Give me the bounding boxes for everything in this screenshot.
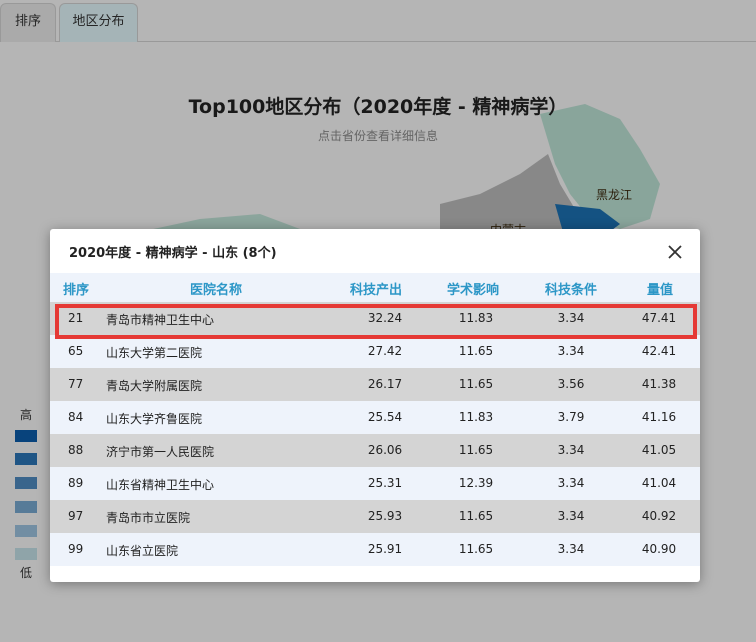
cell-hospital-name: 山东省立医院 (106, 544, 179, 558)
dialog-title: 2020年度 - 精神病学 - 山东 (8个) (69, 246, 277, 261)
cell-score: 40.92 (641, 509, 677, 523)
close-icon[interactable] (664, 241, 686, 263)
cell-output: 26.17 (367, 377, 403, 391)
cell-condition: 3.34 (557, 311, 585, 325)
cell-score: 41.05 (641, 443, 677, 457)
cell-output: 32.24 (367, 311, 403, 325)
table-header: 排序 医院名称 科技产出 学术影响 科技条件 量值 (50, 273, 700, 302)
cell-rank: 88 (68, 443, 84, 457)
cell-impact: 11.65 (458, 443, 494, 457)
cell-output: 25.54 (367, 410, 403, 424)
province-detail-dialog: 2020年度 - 精神病学 - 山东 (8个) 排序 医院名称 科技产出 学术影… (50, 229, 700, 582)
table-row[interactable]: 65 山东大学第二医院 27.42 11.65 3.34 42.41 (50, 335, 700, 368)
table-row[interactable]: 97 青岛市市立医院 25.93 11.65 3.34 40.92 (50, 500, 700, 533)
cell-score: 41.38 (641, 377, 677, 391)
cell-condition: 3.34 (557, 344, 585, 358)
column-header-rank[interactable]: 排序 (63, 279, 89, 298)
cell-impact: 12.39 (458, 476, 494, 490)
page: 排序 地区分布 Top100地区分布（2020年度 - 精神病学） 点击省份查看… (0, 0, 756, 642)
cell-rank: 65 (68, 344, 84, 358)
column-header-output[interactable]: 科技产出 (350, 279, 402, 298)
cell-output: 25.31 (367, 476, 403, 490)
table-row[interactable]: 21 青岛市精神卫生中心 32.24 11.83 3.34 47.41 (50, 302, 700, 335)
cell-rank: 99 (68, 542, 84, 556)
cell-rank: 77 (68, 377, 84, 391)
table-row[interactable]: 89 山东省精神卫生中心 25.31 12.39 3.34 41.04 (50, 467, 700, 500)
cell-output: 25.91 (367, 542, 403, 556)
column-header-condition[interactable]: 科技条件 (545, 279, 597, 298)
dialog-header: 2020年度 - 精神病学 - 山东 (8个) (50, 229, 700, 273)
cell-condition: 3.34 (557, 443, 585, 457)
cell-score: 42.41 (641, 344, 677, 358)
cell-output: 25.93 (367, 509, 403, 523)
table-row[interactable]: 88 济宁市第一人民医院 26.06 11.65 3.34 41.05 (50, 434, 700, 467)
cell-impact: 11.83 (458, 410, 494, 424)
cell-impact: 11.65 (458, 509, 494, 523)
cell-hospital-name: 山东大学齐鲁医院 (106, 412, 203, 426)
cell-hospital-name: 青岛市市立医院 (106, 511, 191, 525)
cell-impact: 11.83 (458, 311, 494, 325)
column-header-hospital-name[interactable]: 医院名称 (190, 279, 242, 298)
cell-hospital-name: 青岛市精神卫生中心 (106, 313, 215, 327)
column-header-score[interactable]: 量值 (647, 279, 673, 298)
table-row[interactable]: 77 青岛大学附属医院 26.17 11.65 3.56 41.38 (50, 368, 700, 401)
cell-impact: 11.65 (458, 344, 494, 358)
cell-condition: 3.34 (557, 509, 585, 523)
cell-rank: 84 (68, 410, 84, 424)
cell-output: 27.42 (367, 344, 403, 358)
table-row[interactable]: 99 山东省立医院 25.91 11.65 3.34 40.90 (50, 533, 700, 566)
cell-impact: 11.65 (458, 377, 494, 391)
cell-hospital-name: 山东省精神卫生中心 (106, 478, 215, 492)
cell-impact: 11.65 (458, 542, 494, 556)
table-row[interactable]: 84 山东大学齐鲁医院 25.54 11.83 3.79 41.16 (50, 401, 700, 434)
cell-condition: 3.56 (557, 377, 585, 391)
cell-condition: 3.34 (557, 476, 585, 490)
cell-score: 47.41 (641, 311, 677, 325)
cell-hospital-name: 山东大学第二医院 (106, 346, 203, 360)
column-header-impact[interactable]: 学术影响 (447, 279, 499, 298)
cell-score: 41.04 (641, 476, 677, 490)
cell-output: 26.06 (367, 443, 403, 457)
table-body: 21 青岛市精神卫生中心 32.24 11.83 3.34 47.41 65 山… (50, 302, 700, 566)
cell-score: 41.16 (641, 410, 677, 424)
cell-hospital-name: 青岛大学附属医院 (106, 379, 203, 393)
cell-hospital-name: 济宁市第一人民医院 (106, 445, 215, 459)
cell-condition: 3.34 (557, 542, 585, 556)
cell-rank: 21 (68, 311, 84, 325)
cell-condition: 3.79 (557, 410, 585, 424)
cell-rank: 97 (68, 509, 84, 523)
cell-score: 40.90 (641, 542, 677, 556)
cell-rank: 89 (68, 476, 84, 490)
